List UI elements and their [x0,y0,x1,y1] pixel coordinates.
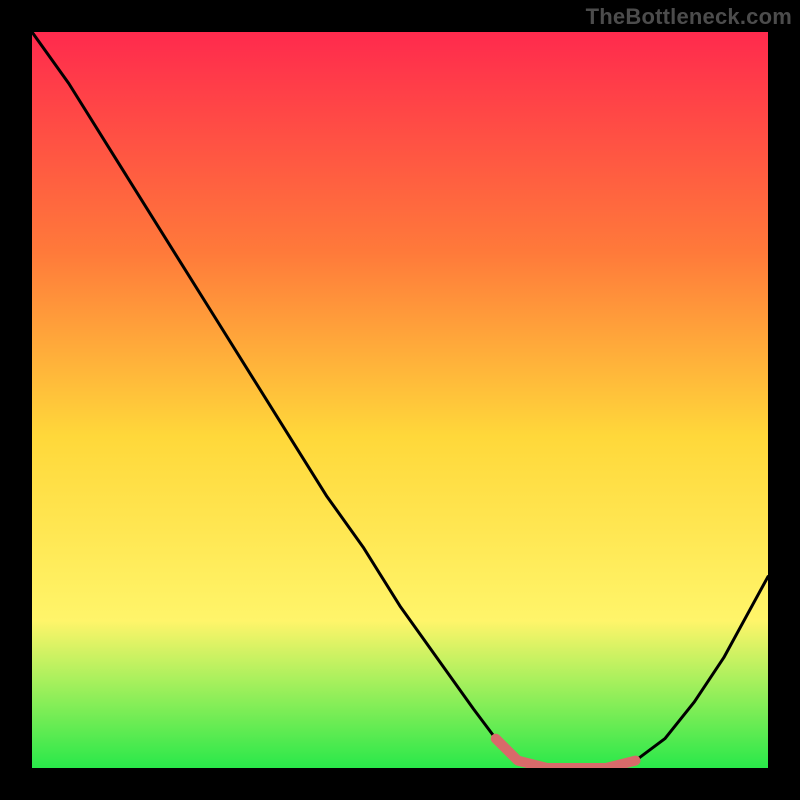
plot-area [32,32,768,768]
chart-frame: TheBottleneck.com [0,0,800,800]
watermark-text: TheBottleneck.com [586,4,792,30]
bottleneck-chart [32,32,768,768]
gradient-background [32,32,768,768]
